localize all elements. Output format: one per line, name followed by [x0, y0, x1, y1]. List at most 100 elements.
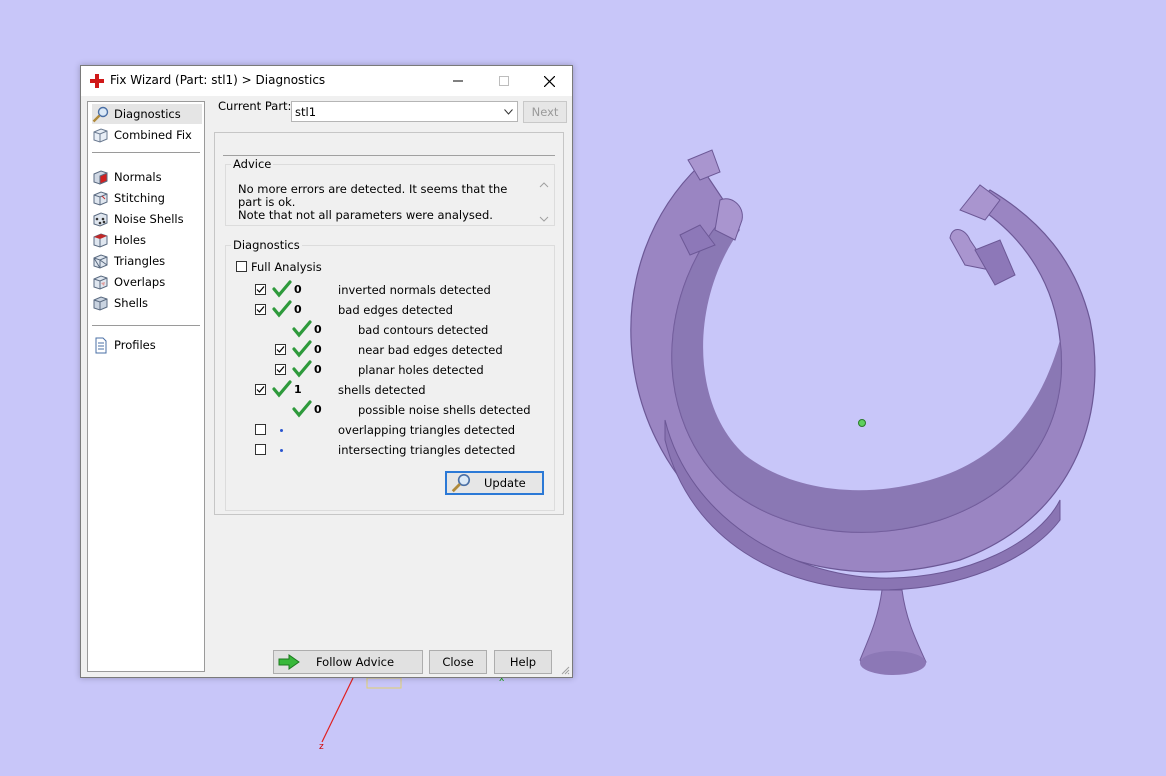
document-icon: [95, 337, 107, 353]
sidebar-item-label: Overlaps: [114, 275, 166, 289]
cube-shells-icon: [93, 295, 108, 311]
diag-label: inverted normals detected: [338, 283, 491, 297]
current-part-value: stl1: [295, 105, 317, 119]
sidebar-item-normals[interactable]: Normals: [92, 167, 202, 187]
sidebar-item-label: Profiles: [114, 338, 156, 352]
checkmark-icon: [256, 386, 265, 393]
checkmark-icon: [276, 346, 285, 353]
window-title: Fix Wizard (Part: stl1) > Diagnostics: [110, 73, 326, 87]
diag-label: bad contours detected: [358, 323, 489, 337]
sidebar-divider: [92, 325, 200, 326]
green-arrow-icon: [278, 654, 300, 670]
sidebar-item-label: Triangles: [114, 254, 166, 268]
follow-advice-button[interactable]: Follow Advice: [273, 650, 423, 674]
diag-label: intersecting triangles detected: [338, 443, 516, 457]
maximize-button[interactable]: [481, 66, 527, 96]
diag-checkbox[interactable]: [255, 424, 266, 435]
sidebar-item-noise-shells[interactable]: Noise Shells: [92, 209, 202, 229]
sidebar-item-label: Diagnostics: [114, 107, 181, 121]
ring-model[interactable]: [630, 149, 1096, 675]
diag-count: 1: [294, 383, 302, 396]
diag-checkbox[interactable]: [275, 364, 286, 375]
advice-group: Advice No more errors are detected. It s…: [225, 157, 555, 226]
advice-text-line: Note that not all parameters were analys…: [238, 208, 493, 222]
update-label: Update: [484, 476, 526, 490]
diag-checkbox[interactable]: [255, 444, 266, 455]
cube-stitch-icon: [93, 190, 108, 206]
ok-check-icon: [272, 380, 292, 398]
axis-z-label: z: [319, 742, 324, 752]
checkmark-icon: [256, 286, 265, 293]
help-button[interactable]: Help: [494, 650, 552, 674]
sidebar-item-stitching[interactable]: Stitching: [92, 188, 202, 208]
maximize-icon: [499, 76, 509, 86]
sidebar-item-profiles[interactable]: Profiles: [92, 335, 202, 355]
next-button[interactable]: Next: [523, 101, 567, 123]
minimize-button[interactable]: [435, 66, 481, 96]
follow-advice-label: Follow Advice: [315, 655, 395, 669]
full-analysis-checkbox[interactable]: [236, 261, 247, 272]
cube-hole-icon: [93, 232, 108, 248]
diag-count: 0: [314, 323, 322, 336]
close-button[interactable]: Close: [429, 650, 487, 674]
sidebar-item-overlaps[interactable]: Overlaps: [92, 272, 202, 292]
ok-check-icon: [272, 300, 292, 318]
advice-text: No more errors are detected. It seems th…: [238, 183, 518, 222]
sidebar-item-label: Combined Fix: [114, 128, 192, 142]
sidebar: Diagnostics Combined Fix Normals Stitchi…: [87, 101, 205, 672]
origin-marker: [858, 419, 866, 427]
update-button[interactable]: Update: [445, 471, 544, 495]
checkmark-icon: [276, 366, 285, 373]
diag-label: possible noise shells detected: [358, 403, 531, 417]
diag-count: 0: [314, 343, 322, 356]
diag-label: planar holes detected: [358, 363, 484, 377]
resize-grip-icon[interactable]: [560, 665, 570, 675]
minimize-icon: [453, 80, 463, 82]
diag-count: 0: [294, 303, 302, 316]
checkmark-icon: [256, 306, 265, 313]
diag-count: 0: [294, 283, 302, 296]
diag-checkbox[interactable]: [255, 304, 266, 315]
ok-check-icon: [272, 280, 292, 298]
advice-text-line: No more errors are detected. It seems th…: [238, 182, 508, 209]
advice-scrollbar[interactable]: [538, 181, 550, 223]
sidebar-item-diagnostics[interactable]: Diagnostics: [92, 104, 202, 124]
chevron-down-icon: [504, 109, 513, 115]
title-bar[interactable]: Fix Wizard (Part: stl1) > Diagnostics: [81, 66, 572, 96]
diag-checkbox[interactable]: [255, 284, 266, 295]
diag-label: overlapping triangles detected: [338, 423, 516, 437]
diagnostics-label: Diagnostics: [231, 238, 302, 252]
sidebar-item-label: Noise Shells: [114, 212, 184, 226]
magnifier-icon: [451, 473, 471, 493]
cube-dots-icon: [93, 211, 108, 227]
full-analysis-label: Full Analysis: [251, 260, 322, 274]
close-icon: [543, 75, 555, 87]
magnifier-icon: [92, 106, 109, 122]
diag-checkbox[interactable]: [275, 344, 286, 355]
cube-icon: [93, 127, 108, 143]
sidebar-item-holes[interactable]: Holes: [92, 230, 202, 250]
advice-label: Advice: [231, 157, 274, 171]
sidebar-item-label: Holes: [114, 233, 146, 247]
sidebar-divider: [92, 152, 200, 153]
sidebar-item-combined-fix[interactable]: Combined Fix: [92, 125, 202, 145]
current-part-label: Current Part:: [218, 99, 292, 113]
panel-divider: [223, 155, 555, 156]
sidebar-item-label: Shells: [114, 296, 149, 310]
pending-dot-icon: [280, 429, 283, 432]
cube-overlap-icon: [93, 274, 108, 290]
pending-dot-icon: [280, 449, 283, 452]
sidebar-item-label: Normals: [114, 170, 162, 184]
sidebar-item-triangles[interactable]: Triangles: [92, 251, 202, 271]
cube-red-face-icon: [93, 169, 108, 185]
ok-check-icon: [292, 360, 312, 378]
diag-checkbox[interactable]: [255, 384, 266, 395]
diag-count: 0: [314, 403, 322, 416]
sidebar-item-label: Stitching: [114, 191, 165, 205]
diag-label: bad edges detected: [338, 303, 453, 317]
sidebar-item-shells[interactable]: Shells: [92, 293, 202, 313]
current-part-select[interactable]: stl1: [291, 101, 518, 122]
close-window-button[interactable]: [526, 66, 572, 96]
ok-check-icon: [292, 340, 312, 358]
diag-count: 0: [314, 363, 322, 376]
